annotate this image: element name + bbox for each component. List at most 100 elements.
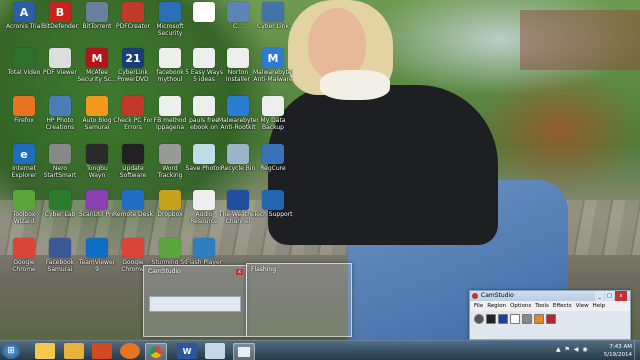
desktop-app-icon [193,238,215,258]
desktop-icon[interactable]: Auto Blog Samurai [77,96,117,131]
clock[interactable]: 7:43 AM 5/19/2014 [604,343,632,359]
taskbar-chrome-icon[interactable] [145,343,167,360]
region-icon[interactable] [510,314,520,324]
desktop-icon[interactable]: C... [218,2,258,30]
thumbnail-flashing[interactable]: Flashing [246,263,352,337]
figure-scarf [320,70,390,100]
desktop-icon[interactable]: e Internet Explorer [4,144,44,179]
desktop-icon-label: Malwarebytes Anti-Malware [253,69,293,83]
desktop-icon[interactable]: Toolbox Wizard [4,190,44,225]
taskbar-media-player-icon[interactable] [92,343,112,359]
desktop-icon[interactable]: Tongbu Wayn [77,144,117,179]
desktop-icon[interactable]: My Data Backup [253,96,293,131]
desktop-icon[interactable]: Malwarebytes Anti-Rootkit [218,96,258,131]
pause-icon[interactable] [486,314,496,324]
desktop-icon[interactable]: Google Chrome [4,238,44,273]
desktop-icon[interactable]: PDFCreator [113,2,153,30]
desktop-icon[interactable]: Norton Installer [218,48,258,83]
settings-icon[interactable] [546,314,556,324]
camstudio-title: CamStudio [481,292,514,299]
minimize-button[interactable]: _ [595,291,604,301]
desktop-app-icon [227,190,249,210]
desktop-icon[interactable]: RegCure [253,144,293,172]
desktop-app-icon [13,48,35,68]
desktop-app-icon [86,2,108,22]
desktop-icon[interactable]: Check PC For Errors [113,96,153,131]
camstudio-window[interactable]: CamStudio _ □ x File Region Options Tool… [469,290,631,340]
taskbar-folder-icon[interactable] [64,343,84,359]
camera-icon[interactable] [522,314,532,324]
close-button[interactable]: x [615,291,627,301]
taskbar-active-window-icon[interactable] [233,343,255,360]
desktop-icon[interactable]: Flash Player [184,238,224,266]
menu-help[interactable]: Help [593,301,606,311]
taskbar-word-icon[interactable]: W [177,343,197,359]
desktop-icon[interactable]: The Weather Channel [218,190,258,225]
taskbar: ⊞ W ▲ ⚑ ◀ ◉ 7:43 AM 5/19/2014 [0,340,640,360]
desktop-app-icon: B [49,2,71,22]
desktop-app-icon [227,48,249,68]
desktop-icon[interactable]: B BitDefender [40,2,80,30]
desktop-icon[interactable]: TeamViewer 9 [77,238,117,273]
desktop-icon[interactable]: ScanUtil Pro [77,190,117,218]
desktop-icon[interactable]: Facebook Samurai [40,238,80,273]
desktop-icon[interactable]: Cyber Link [253,2,293,30]
figure-jacket [268,85,498,245]
menu-region[interactable]: Region [487,301,506,311]
desktop-icon[interactable]: A Acronis Trial [4,2,44,30]
thumbnail-close-button[interactable]: x [236,269,243,275]
camstudio-titlebar[interactable]: CamStudio _ □ x [470,291,630,301]
record-icon[interactable] [474,314,484,324]
desktop-icon-label: PDFCreator [115,23,151,30]
desktop-app-icon [49,48,71,68]
menu-tools[interactable]: Tools [535,301,549,311]
show-desktop-button[interactable] [634,341,640,360]
desktop-app-icon [159,48,181,68]
desktop-icon[interactable]: Cyber Lab [40,190,80,218]
desktop-icon[interactable]: 21 CyberLink PowerDVD [113,48,153,83]
desktop-app-icon [49,190,71,210]
desktop-icon[interactable]: M Malwarebytes Anti-Malware [253,48,293,83]
desktop-icon-label: My Data Backup [260,117,286,131]
menu-view[interactable]: View [576,301,589,311]
desktop-icon[interactable]: Total Video [4,48,44,76]
desktop-icon-label: Internet Explorer [11,165,37,179]
menu-options[interactable]: Options [510,301,531,311]
annotation-icon[interactable] [534,314,544,324]
menu-effects[interactable]: Effects [553,301,572,311]
desktop-app-icon [86,238,108,258]
camstudio-app-icon [472,293,478,299]
start-button[interactable]: ⊞ [2,343,20,359]
desktop-icon[interactable]: Firefox [4,96,44,124]
camstudio-menubar: File Region Options Tools Effects View H… [470,301,630,311]
desktop-icon-label: ScanUtil Pro [78,211,116,218]
maximize-button[interactable]: □ [605,291,614,301]
camstudio-toolbar [470,311,630,327]
menu-file[interactable]: File [474,301,483,311]
desktop-icon-label: Update Software [119,165,147,179]
stop-icon[interactable] [498,314,508,324]
taskbar-explorer-icon[interactable] [35,343,55,359]
desktop-icon-label: Facebook Samurai [45,259,75,273]
desktop-icon[interactable]: Update Software [113,144,153,179]
desktop-icon-label: Total Video [7,69,41,76]
desktop-icon[interactable]: M McAfee Security Sc... [77,48,117,83]
desktop-icon[interactable]: HP Photo Creations [40,96,80,131]
taskbar-files-icon[interactable] [205,343,225,359]
desktop-icon[interactable]: BitTorrent [77,2,117,30]
desktop-app-icon [227,144,249,164]
desktop-icon[interactable]: Remote Desk [113,190,153,218]
taskbar-firefox-icon[interactable] [120,343,140,359]
desktop-app-icon [262,96,284,116]
desktop-icon[interactable]: PDF Viewer [40,48,80,76]
desktop-icon[interactable]: Nero StartSmart [40,144,80,179]
desktop-icon-label: Tongbu Wayn [86,165,108,179]
thumbnail-camstudio[interactable]: CamStudio x [143,265,247,337]
desktop-icon[interactable]: Tech Support [253,190,293,218]
clock-time: 7:43 AM [609,344,632,350]
desktop-icon[interactable]: Recycle Bin [218,144,258,172]
desktop-app-icon [193,2,215,22]
desktop-icon-label: Microsoft Security [156,23,184,37]
desktop-app-icon [122,2,144,22]
system-tray[interactable]: ▲ ⚑ ◀ ◉ [556,346,589,353]
